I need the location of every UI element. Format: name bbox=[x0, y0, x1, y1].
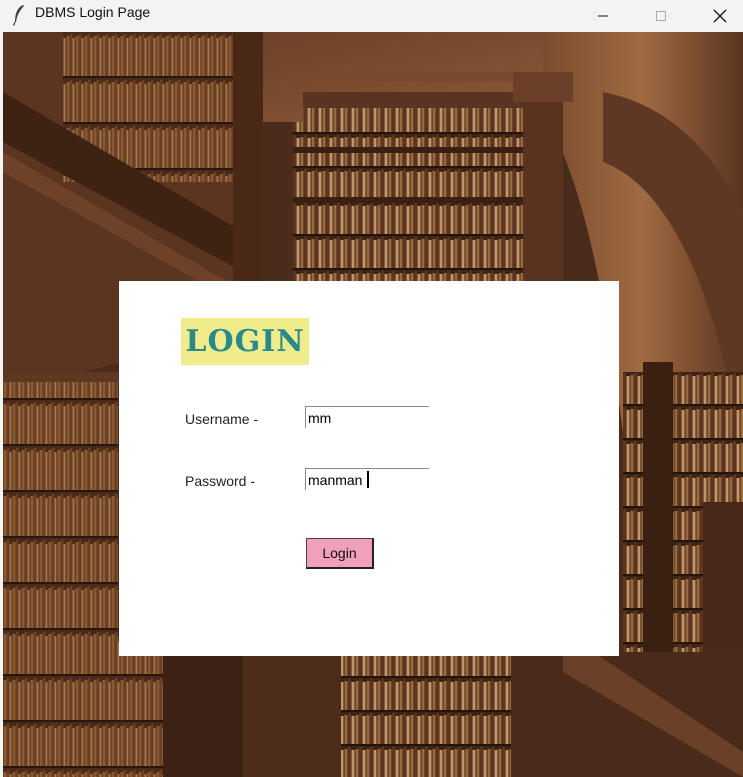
window-title: DBMS Login Page bbox=[35, 4, 151, 20]
login-heading: LOGIN bbox=[181, 318, 309, 365]
login-card: LOGIN Username - Password - Login bbox=[119, 281, 619, 656]
close-icon bbox=[713, 9, 727, 23]
minimize-icon bbox=[598, 15, 608, 17]
username-input[interactable] bbox=[305, 406, 429, 428]
minimize-button[interactable] bbox=[580, 0, 626, 32]
text-cursor bbox=[367, 471, 369, 488]
login-button[interactable]: Login bbox=[306, 538, 374, 569]
username-label: Username - bbox=[185, 411, 259, 427]
title-bar: DBMS Login Page bbox=[0, 0, 743, 32]
password-label: Password - bbox=[185, 473, 256, 489]
maximize-button[interactable] bbox=[638, 0, 684, 32]
feather-icon bbox=[12, 5, 24, 26]
close-button[interactable] bbox=[697, 0, 743, 32]
maximize-icon bbox=[656, 11, 666, 21]
